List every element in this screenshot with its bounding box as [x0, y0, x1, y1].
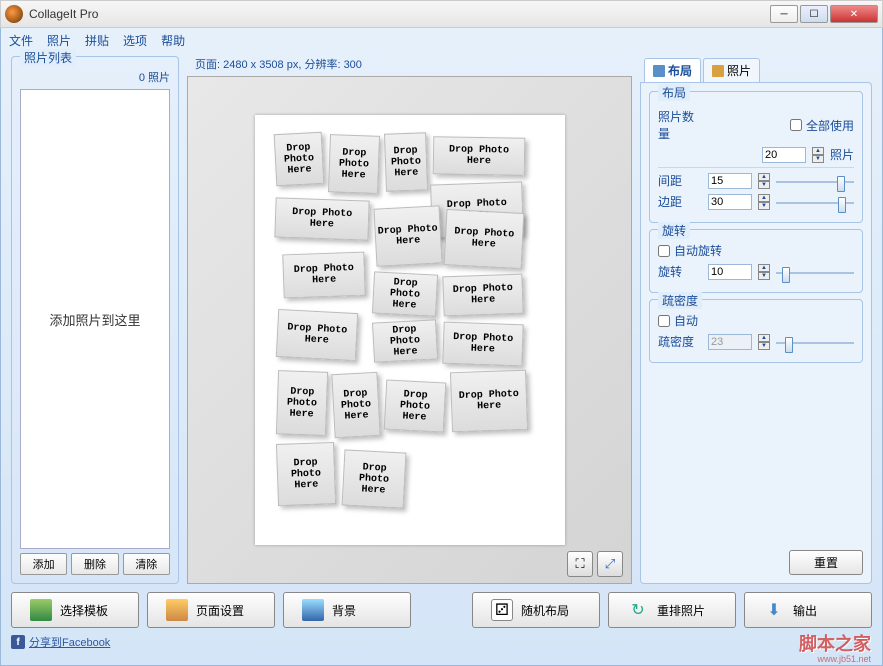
density-group: 疏密度 自动 疏密度 ▲▼ [649, 299, 863, 363]
photo-list-panel: 照片列表 0 照片 添加照片到这里 添加 删除 清除 [11, 56, 179, 584]
drop-photo-cell[interactable]: Drop Photo Here [282, 252, 365, 299]
tab-layout[interactable]: 布局 [644, 58, 701, 82]
template-icon [30, 599, 52, 621]
titlebar: CollageIt Pro ─ ☐ ✕ [0, 0, 883, 28]
watermark: 脚本之家 [799, 630, 871, 656]
minimize-button[interactable]: ─ [770, 5, 798, 23]
density-spinner[interactable]: ▲▼ [758, 334, 770, 350]
drop-photo-cell[interactable]: Drop Photo Here [383, 379, 446, 432]
rotate-group: 旋转 自动旋转 旋转 ▲▼ [649, 229, 863, 293]
spacing-input[interactable] [708, 173, 752, 189]
drop-photo-cell[interactable]: Drop Photo Here [449, 370, 527, 433]
facebook-share-link[interactable]: f 分享到Facebook [11, 628, 872, 650]
photo-count-label: 照片数量 [658, 108, 702, 142]
watermark-url: www.jb51.net [817, 654, 871, 664]
app-icon [5, 5, 23, 23]
auto-rotate-checkbox[interactable] [658, 245, 670, 257]
drop-photo-cell[interactable]: Drop Photo Here [275, 309, 357, 361]
page-icon [166, 599, 188, 621]
menu-help[interactable]: 帮助 [161, 32, 185, 49]
crop-tool-icon[interactable]: ⛶ [567, 551, 593, 577]
window-title: CollageIt Pro [29, 7, 770, 21]
photo-count-input[interactable] [762, 147, 806, 163]
density-label: 疏密度 [658, 333, 702, 350]
reorder-button[interactable]: ↻重排照片 [608, 592, 736, 628]
margin-slider[interactable] [776, 195, 854, 209]
margin-spinner[interactable]: ▲▼ [758, 194, 770, 210]
drop-photo-cell[interactable]: Drop Photo Here [274, 197, 369, 240]
canvas-panel: 页面: 2480 x 3508 px, 分辨率: 300 Drop Photo … [187, 56, 632, 584]
export-icon: ⬇ [763, 599, 785, 621]
delete-button[interactable]: 删除 [71, 553, 118, 575]
drop-photo-cell[interactable]: Drop Photo Here [273, 132, 324, 186]
maximize-button[interactable]: ☐ [800, 5, 828, 23]
rotate-spinner[interactable]: ▲▼ [758, 264, 770, 280]
dropzone-placeholder: 添加照片到这里 [49, 310, 140, 329]
app-body: 文件 照片 拼贴 选项 帮助 照片列表 0 照片 添加照片到这里 添加 删除 清… [0, 28, 883, 666]
drop-photo-cell[interactable]: Drop Photo Here [442, 274, 523, 317]
random-layout-button[interactable]: ⚂随机布局 [472, 592, 600, 628]
drop-photo-cell[interactable]: Drop Photo Here [371, 271, 437, 316]
facebook-icon: f [11, 635, 25, 649]
export-button[interactable]: ⬇输出 [744, 592, 872, 628]
reset-button[interactable]: 重置 [789, 550, 863, 575]
rotate-label: 旋转 [658, 263, 702, 280]
drop-photo-cell[interactable]: Drop Photo Here [371, 319, 437, 362]
spacing-label: 间距 [658, 172, 702, 189]
drop-photo-cell[interactable]: Drop Photo Here [432, 136, 525, 176]
close-button[interactable]: ✕ [830, 5, 878, 23]
add-button[interactable]: 添加 [20, 553, 67, 575]
margin-label: 边距 [658, 193, 702, 210]
spacing-spinner[interactable]: ▲▼ [758, 173, 770, 189]
reorder-icon: ↻ [627, 599, 649, 621]
drop-photo-cell[interactable]: Drop Photo Here [442, 322, 523, 367]
canvas-area[interactable]: Drop Photo HereDrop Photo HereDrop Photo… [187, 76, 632, 584]
drop-photo-cell[interactable]: Drop Photo Here [341, 449, 406, 508]
photo-count-spinner[interactable]: ▲▼ [812, 147, 824, 163]
use-all-checkbox[interactable] [790, 119, 802, 131]
drop-photo-cell[interactable]: Drop Photo Here [373, 205, 442, 266]
menu-photo[interactable]: 照片 [47, 32, 71, 49]
layout-icon [653, 65, 665, 77]
layout-group: 布局 照片数量 全部使用 ▲▼ 照片 间距 [649, 91, 863, 223]
page-canvas: Drop Photo HereDrop Photo HereDrop Photo… [255, 115, 565, 545]
drop-photo-cell[interactable]: Drop Photo Here [331, 372, 380, 438]
drop-photo-cell[interactable]: Drop Photo Here [275, 370, 327, 436]
menu-options[interactable]: 选项 [123, 32, 147, 49]
menu-file[interactable]: 文件 [9, 32, 33, 49]
bottom-toolbar: 选择模板 页面设置 背景 ⚂随机布局 ↻重排照片 ⬇输出 f 分享到Facebo… [1, 584, 882, 652]
photo-list-dropzone[interactable]: 添加照片到这里 [20, 89, 170, 549]
rotate-input[interactable] [708, 264, 752, 280]
dice-icon: ⚂ [491, 599, 513, 621]
margin-input[interactable] [708, 194, 752, 210]
background-button[interactable]: 背景 [283, 592, 411, 628]
tab-photo[interactable]: 照片 [703, 58, 760, 82]
menubar: 文件 照片 拼贴 选项 帮助 [1, 28, 882, 52]
photo-list-label: 照片列表 [20, 49, 76, 66]
density-slider[interactable] [776, 335, 854, 349]
clear-button[interactable]: 清除 [123, 553, 170, 575]
drop-photo-cell[interactable]: Drop Photo Here [443, 209, 524, 269]
photo-count: 0 照片 [20, 69, 170, 85]
photo-icon [712, 65, 724, 77]
page-setup-button[interactable]: 页面设置 [147, 592, 275, 628]
drop-photo-cell[interactable]: Drop Photo Here [275, 442, 335, 506]
rotate-slider[interactable] [776, 265, 854, 279]
fit-tool-icon[interactable]: ⤢ [597, 551, 623, 577]
auto-density-checkbox[interactable] [658, 315, 670, 327]
density-input[interactable] [708, 334, 752, 350]
background-icon [302, 599, 324, 621]
drop-photo-cell[interactable]: Drop Photo Here [328, 134, 380, 194]
menu-collage[interactable]: 拼贴 [85, 32, 109, 49]
template-button[interactable]: 选择模板 [11, 592, 139, 628]
drop-photo-cell[interactable]: Drop Photo Here [384, 132, 428, 191]
spacing-slider[interactable] [776, 174, 854, 188]
page-info: 页面: 2480 x 3508 px, 分辨率: 300 [187, 56, 632, 76]
settings-panel: 布局 照片 布局 照片数量 全部使用 ▲▼ 照片 [640, 56, 872, 584]
